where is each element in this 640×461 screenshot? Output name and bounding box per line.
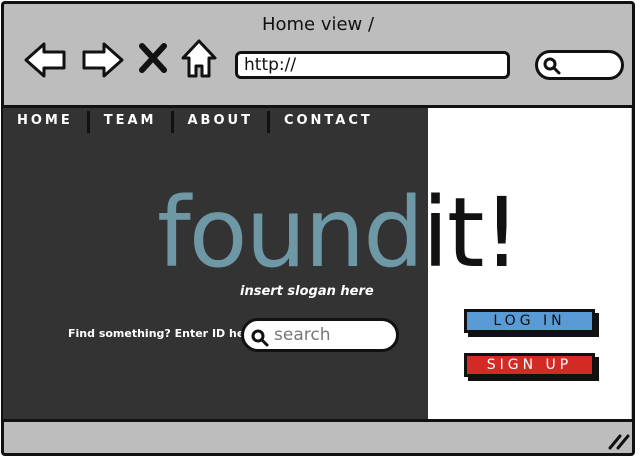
main-menu: HOME TEAM ABOUT CONTACT	[3, 111, 387, 135]
statusbar-divider	[2, 419, 632, 422]
url-input[interactable]: http://	[235, 51, 510, 79]
window-title: Home view /	[261, 14, 375, 35]
logo-part-found: found	[157, 177, 424, 289]
signup-button[interactable]: SIGN UP	[464, 353, 595, 377]
slogan: insert slogan here	[240, 284, 374, 299]
home-icon[interactable]	[180, 38, 218, 84]
search-icon	[542, 56, 562, 80]
logo: foundit!	[157, 177, 521, 289]
menu-item-about[interactable]: ABOUT	[174, 111, 270, 133]
browser-search-field[interactable]	[535, 50, 624, 80]
login-button[interactable]: LOG IN	[464, 309, 595, 333]
find-label: Find something? Enter ID here	[68, 327, 258, 340]
search-icon	[250, 328, 270, 352]
resize-grip-icon[interactable]	[606, 432, 630, 456]
logo-part-it: it!	[422, 177, 521, 289]
menu-item-team[interactable]: TEAM	[90, 111, 174, 133]
menu-item-home[interactable]: HOME	[3, 111, 90, 133]
id-search-input[interactable]: search	[241, 318, 399, 352]
forward-arrow-icon[interactable]	[80, 40, 124, 84]
search-placeholder: search	[274, 325, 331, 345]
menu-item-contact[interactable]: CONTACT	[270, 111, 387, 133]
back-arrow-icon[interactable]	[24, 40, 68, 84]
close-x-icon[interactable]	[138, 42, 168, 78]
